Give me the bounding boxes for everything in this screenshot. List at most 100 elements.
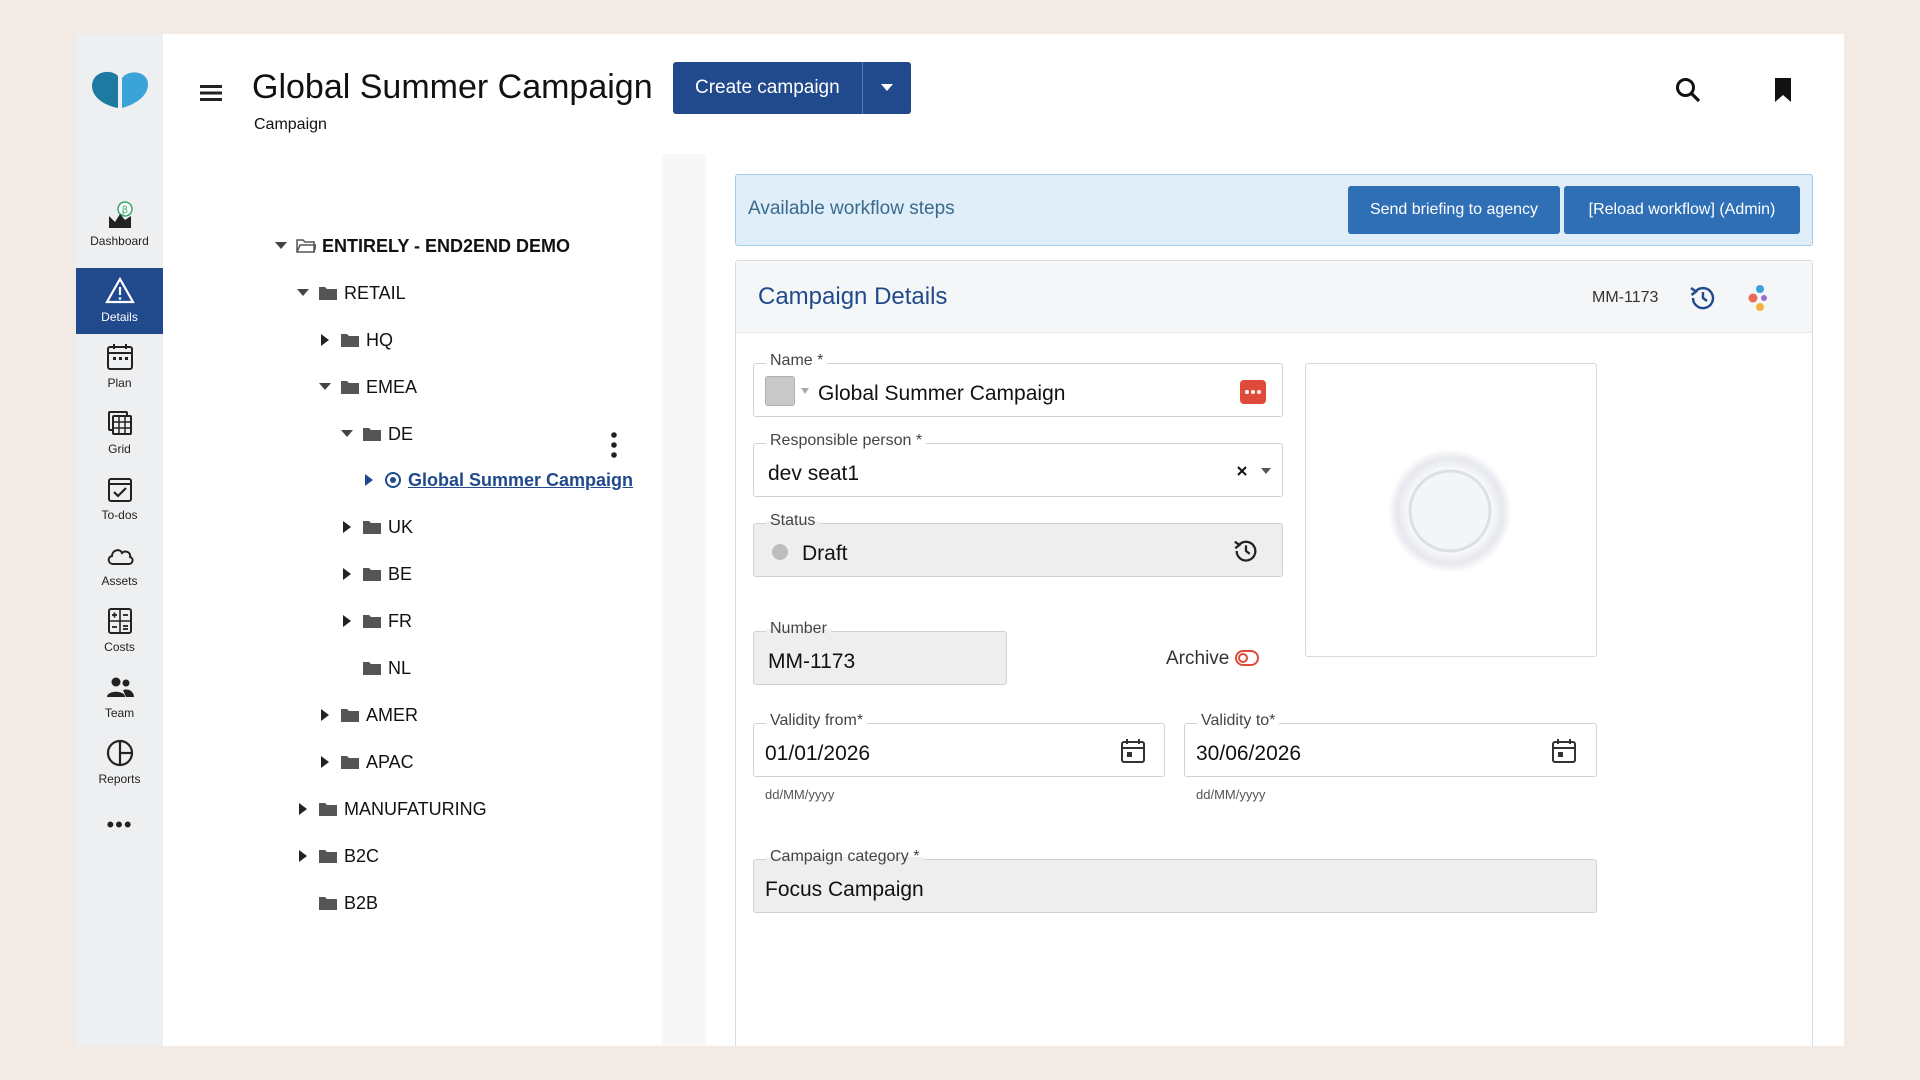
validity-from-value[interactable]: 01/01/2026 [765,742,870,766]
folder-icon [363,521,381,534]
caret-collapsed-icon[interactable] [338,518,356,536]
app-window: β Dashboard Details Plan Grid To-dos Ass… [76,34,1844,1046]
campaign-details-card: Campaign Details MM-1173 Name * Global S… [735,260,1813,1046]
archive-label: Archive [1166,648,1230,669]
create-campaign-button[interactable]: Create campaign [673,62,863,114]
nav-item-team[interactable]: Team [76,664,163,726]
tree-node-label: AMER [366,704,419,725]
tree-node-b2c[interactable]: B2C [294,841,379,871]
page-title: Global Summer Campaign [252,68,653,106]
number-label: Number [766,620,831,638]
validity-from-field[interactable]: Validity from* 01/01/2026 [753,712,1165,777]
campaign-category-field[interactable]: Campaign category * Focus Campaign [753,848,1597,913]
tree-node-amer[interactable]: AMER [316,700,418,730]
create-campaign-dropdown-button[interactable] [863,62,911,114]
caret-collapsed-icon[interactable] [338,565,356,583]
nav-item-dashboard[interactable]: β Dashboard [76,192,163,254]
tree-node-b2b[interactable]: B2B [318,888,378,918]
create-campaign-split-button: Create campaign [673,62,911,114]
send-briefing-button[interactable]: Send briefing to agency [1348,186,1560,234]
folder-open-icon [296,239,316,253]
caret-collapsed-icon[interactable] [316,331,334,349]
calendar-picker-icon[interactable] [1120,738,1146,764]
nav-label-todos: To-dos [101,508,138,522]
tree-node-uk[interactable]: UK [338,512,413,542]
name-field[interactable]: Name * Global Summer Campaign [753,352,1283,417]
integration-dots-icon[interactable] [1744,283,1770,313]
caret-collapsed-icon[interactable] [360,471,378,489]
tree-node-apac[interactable]: APAC [316,747,414,777]
dashboard-icon: β [108,201,133,228]
caret-expanded-icon[interactable] [338,425,356,443]
nav-more-button[interactable]: ••• [76,812,163,838]
tree-node-hq[interactable]: HQ [316,325,393,355]
validity-to-field[interactable]: Validity to* 30/06/2026 [1184,712,1597,777]
folder-icon [319,803,337,816]
status-history-icon[interactable] [1232,537,1260,565]
tree-node-nl[interactable]: NL [362,653,411,683]
reload-workflow-button[interactable]: [Reload workflow] (Admin) [1564,186,1800,234]
tree-node-fr[interactable]: FR [338,606,412,636]
caret-collapsed-icon[interactable] [316,706,334,724]
caret-expanded-icon[interactable] [294,284,312,302]
color-swatch[interactable] [765,376,795,406]
archive-toggle[interactable] [1235,649,1259,667]
folder-icon [319,287,337,300]
nav-item-reports[interactable]: Reports [76,730,163,792]
caret-expanded-icon[interactable] [272,237,290,255]
nav-item-plan[interactable]: Plan [76,334,163,396]
tree-node-label[interactable]: Global Summer Campaign [408,470,633,491]
tree-node-de[interactable]: DE [338,419,413,449]
nav-item-todos[interactable]: To-dos [76,466,163,528]
app-logo [92,71,148,108]
validity-to-value[interactable]: 30/06/2026 [1196,742,1301,766]
tree-node-be[interactable]: BE [338,559,412,589]
tree-node-manufacturing[interactable]: MANUFATURING [294,794,487,824]
panel-divider[interactable] [662,154,706,1046]
tree-node-label: FR [388,610,412,631]
nav-item-costs[interactable]: Costs [76,598,163,660]
campaign-image-placeholder[interactable] [1305,363,1597,657]
caret-collapsed-icon[interactable] [316,753,334,771]
more-vertical-icon[interactable] [610,432,618,458]
tree-node-label: B2B [344,892,379,913]
search-icon[interactable] [1674,76,1702,104]
tree-node-label: NL [388,657,412,678]
chevron-down-icon[interactable] [1260,467,1272,475]
validity-from-label: Validity from* [766,712,868,730]
tree-node-label: MANUFATURING [344,798,487,819]
status-field[interactable]: Status Draft [753,512,1283,577]
nav-label-team: Team [104,706,135,720]
category-value[interactable]: Focus Campaign [765,878,924,902]
hamburger-menu-icon[interactable] [196,78,226,108]
nav-item-details[interactable]: Details [76,268,163,334]
nav-item-grid[interactable]: Grid [76,400,163,462]
nav-label-costs: Costs [104,640,135,654]
history-icon[interactable] [1688,283,1718,313]
more-options-red-icon[interactable] [1240,380,1266,404]
calendar-picker-icon[interactable] [1551,738,1577,764]
tree-node-label: HQ [366,329,393,350]
bookmark-icon[interactable] [1772,76,1794,104]
caret-collapsed-icon[interactable] [294,847,312,865]
folder-icon [341,709,359,722]
responsible-person-field[interactable]: Responsible person * dev seat1 [753,432,1283,497]
tree-node-global-summer-campaign[interactable]: Global Summer Campaign [360,465,633,495]
nav-rail: β Dashboard Details Plan Grid To-dos Ass… [76,34,163,1046]
caret-collapsed-icon[interactable] [294,800,312,818]
caret-collapsed-icon[interactable] [338,612,356,630]
tree-node-retail[interactable]: RETAIL [294,278,406,308]
tree-node-label: RETAIL [344,282,406,303]
swatch-caret-icon[interactable] [800,387,810,395]
name-value[interactable]: Global Summer Campaign [818,382,1065,406]
clear-icon[interactable] [1236,465,1248,477]
tree-node-root[interactable]: ENTIRELY - END2END DEMO [272,231,570,261]
folder-icon [363,568,381,581]
caret-expanded-icon[interactable] [316,378,334,396]
tree-node-emea[interactable]: EMEA [316,372,417,402]
nav-item-assets[interactable]: Assets [76,532,163,594]
workflow-steps-bar: Available workflow steps Send briefing t… [735,174,1813,246]
beta-badge-text: β [121,205,127,216]
validity-from-format-hint: dd/MM/yyyy [765,787,835,802]
responsible-value[interactable]: dev seat1 [768,462,859,486]
